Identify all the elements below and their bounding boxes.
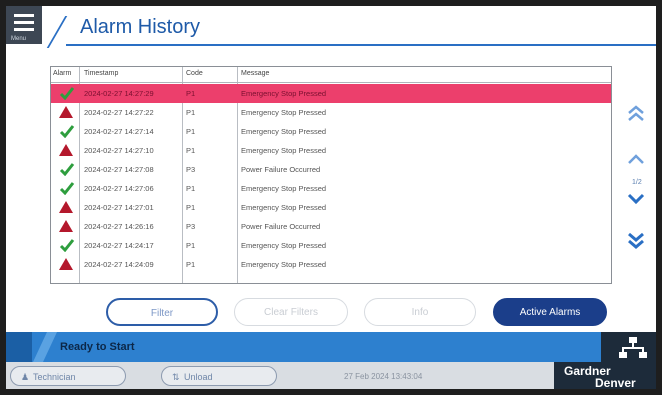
- table-row[interactable]: 2024-02-27 14:24:09 P1 Emergency Stop Pres…: [51, 255, 611, 274]
- user-icon: ♟: [21, 372, 30, 382]
- check-icon: [59, 125, 75, 138]
- table-header: Alarm Timestamp Code Message: [51, 67, 611, 83]
- brand-name-line2: Denver: [595, 376, 636, 389]
- cell-message: Power Failure Occurred: [241, 222, 321, 231]
- page-indicator: 1/2: [632, 179, 642, 186]
- cell-message: Emergency Stop Pressed: [241, 146, 327, 155]
- cell-code: P1: [186, 89, 196, 98]
- column-header-timestamp[interactable]: Timestamp: [84, 70, 118, 77]
- title-underline: [66, 44, 656, 46]
- active-alarms-button[interactable]: Active Alarms: [493, 298, 607, 326]
- first-page-icon[interactable]: [625, 103, 647, 123]
- next-page-icon[interactable]: [625, 189, 647, 209]
- warning-triangle-icon: [59, 144, 73, 156]
- cell-code: P3: [186, 222, 196, 231]
- table-row[interactable]: 2024-02-27 14:27:01 P1 Emergency Stop Pres…: [51, 198, 611, 217]
- cell-code: P1: [186, 127, 196, 136]
- hamburger-icon-bar: [14, 28, 34, 31]
- cell-code: P1: [186, 108, 196, 117]
- cell-code: P1: [186, 146, 196, 155]
- cell-code: P1: [186, 241, 196, 250]
- cell-timestamp: 2024-02-27 14:27:10: [84, 146, 154, 155]
- column-header-code[interactable]: Code: [186, 70, 203, 77]
- menu-caption: Menu: [11, 36, 27, 42]
- filter-button[interactable]: Filter: [106, 298, 218, 326]
- warning-triangle-icon: [59, 220, 73, 232]
- cell-message: Emergency Stop Pressed: [241, 108, 327, 117]
- cell-message: Power Failure Occurred: [241, 165, 321, 174]
- network-icon[interactable]: [618, 335, 648, 361]
- check-icon: [59, 163, 75, 176]
- check-icon: [59, 87, 75, 100]
- cell-timestamp: 2024-02-27 14:27:14: [84, 127, 154, 136]
- unload-icon: ⇅: [172, 372, 180, 382]
- warning-triangle-icon: [59, 258, 73, 270]
- column-header-message[interactable]: Message: [241, 70, 269, 77]
- check-icon: [59, 182, 75, 195]
- warning-triangle-icon: [59, 201, 73, 213]
- cell-code: P1: [186, 260, 196, 269]
- cell-code: P3: [186, 165, 196, 174]
- cell-message: Emergency Stop Pressed: [241, 260, 327, 269]
- status-bar-edge: [6, 332, 32, 362]
- table-row[interactable]: 2024-02-27 14:24:17 P1 Emergency Stop Pres…: [51, 236, 611, 255]
- status-text: Ready to Start: [60, 341, 135, 353]
- table-row[interactable]: 2024-02-27 14:26:16 P3 Power Failure Occur…: [51, 217, 611, 236]
- table-row[interactable]: 2024-02-27 14:27:06 P1 Emergency Stop Pres…: [51, 179, 611, 198]
- user-button[interactable]: ♟ Technician: [10, 366, 126, 386]
- clear-filters-button[interactable]: Clear Filters: [234, 298, 348, 326]
- cell-code: P1: [186, 203, 196, 212]
- warning-triangle-icon: [59, 106, 73, 118]
- user-label: Technician: [33, 372, 76, 382]
- cell-timestamp: 2024-02-27 14:27:08: [84, 165, 154, 174]
- cell-message: Emergency Stop Pressed: [241, 241, 327, 250]
- cell-timestamp: 2024-02-27 14:27:22: [84, 108, 154, 117]
- unload-label: Unload: [184, 372, 213, 382]
- table-row[interactable]: 2024-02-27 14:27:10 P1 Emergency Stop Pres…: [51, 141, 611, 160]
- cell-code: P1: [186, 184, 196, 193]
- title-accent: [46, 16, 68, 48]
- hamburger-icon: [14, 14, 34, 17]
- table-row[interactable]: 2024-02-27 14:27:29 P1 Emergency Stop Pres…: [51, 84, 611, 103]
- check-icon: [59, 239, 75, 252]
- table-row[interactable]: 2024-02-27 14:27:08 P3 Power Failure Occur…: [51, 160, 611, 179]
- cell-timestamp: 2024-02-27 14:26:16: [84, 222, 154, 231]
- previous-page-icon[interactable]: [625, 149, 647, 169]
- table-row[interactable]: 2024-02-27 14:27:22 P1 Emergency Stop Pres…: [51, 103, 611, 122]
- cell-timestamp: 2024-02-27 14:27:06: [84, 184, 154, 193]
- table-row[interactable]: 2024-02-27 14:27:14 P1 Emergency Stop Pres…: [51, 122, 611, 141]
- cell-timestamp: 2024-02-27 14:27:01: [84, 203, 154, 212]
- unload-button[interactable]: ⇅ Unload: [161, 366, 277, 386]
- cell-timestamp: 2024-02-27 14:27:29: [84, 89, 154, 98]
- info-button[interactable]: Info: [364, 298, 476, 326]
- cell-timestamp: 2024-02-27 14:24:09: [84, 260, 154, 269]
- footer-datetime: 27 Feb 2024 13:43:04: [344, 372, 423, 381]
- cell-message: Emergency Stop Pressed: [241, 89, 327, 98]
- last-page-icon[interactable]: [625, 231, 647, 251]
- app-window: Menu Alarm History Alarm Timestamp Code …: [6, 6, 656, 389]
- alarm-history-table: Alarm Timestamp Code Message 2024-02-27 …: [50, 66, 612, 284]
- menu-button[interactable]: Menu: [6, 6, 42, 44]
- cell-timestamp: 2024-02-27 14:24:17: [84, 241, 154, 250]
- page-title: Alarm History: [80, 16, 201, 38]
- cell-message: Emergency Stop Pressed: [241, 184, 327, 193]
- cell-message: Emergency Stop Pressed: [241, 127, 327, 136]
- hamburger-icon-bar: [14, 21, 34, 24]
- cell-message: Emergency Stop Pressed: [241, 203, 327, 212]
- column-header-alarm[interactable]: Alarm: [53, 70, 71, 77]
